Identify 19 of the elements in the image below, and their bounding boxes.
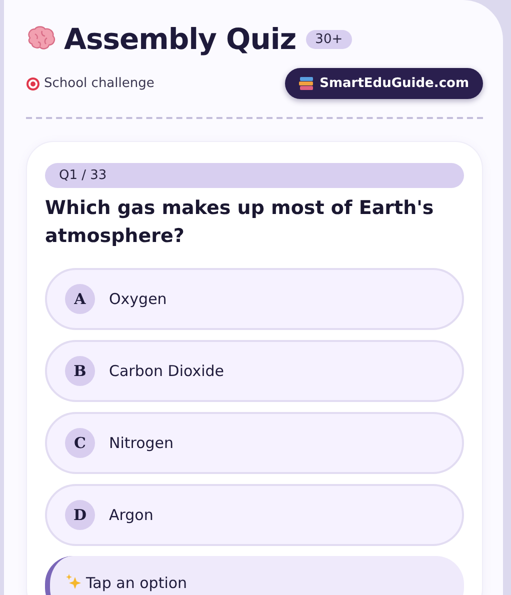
target-icon xyxy=(26,76,40,90)
quiz-title: Assembly Quiz xyxy=(64,22,296,56)
progress-label: Q1 / 33 xyxy=(45,163,464,188)
hint-text: Tap an option xyxy=(86,574,188,592)
site-button[interactable]: SmartEduGuide.com xyxy=(284,68,483,99)
question-text: Which gas makes up most of Earth's atmosphere? xyxy=(45,196,435,249)
sparkle-icon xyxy=(66,574,82,590)
option-letter: A xyxy=(65,284,95,314)
option-letter: C xyxy=(65,428,95,458)
option-letter: D xyxy=(65,500,95,530)
answer-option[interactable]: D Argon xyxy=(45,484,464,546)
answer-option[interactable]: B Carbon Dioxide xyxy=(45,340,464,402)
answer-option[interactable]: C Nitrogen xyxy=(45,412,464,474)
books-icon xyxy=(298,77,314,90)
age-badge: 30+ xyxy=(306,30,352,48)
subtitle: School challenge xyxy=(44,76,154,91)
option-letter: B xyxy=(65,356,95,386)
answer-option[interactable]: A Oxygen xyxy=(45,268,464,330)
brain-icon xyxy=(26,26,56,52)
